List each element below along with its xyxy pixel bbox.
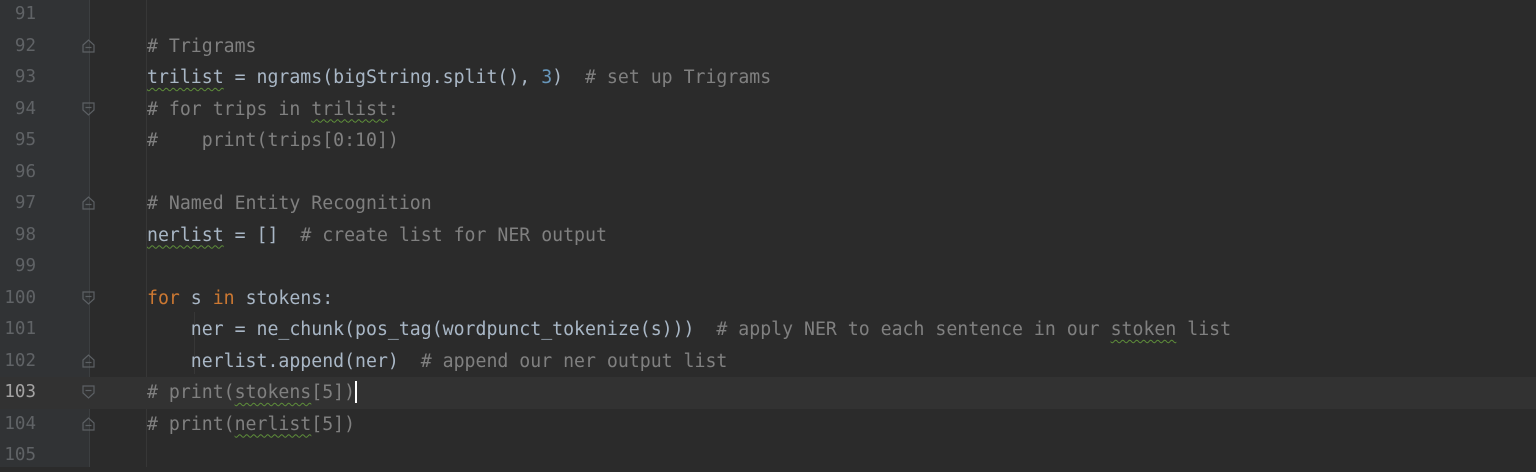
code-segment: nerlist.append(ner) (147, 350, 421, 372)
comment-text: # print( (147, 413, 235, 435)
code-line[interactable]: 92 # Trigrams (0, 31, 1536, 63)
code-line[interactable]: 96 (0, 157, 1536, 189)
comment-text: # set up Trigrams (585, 67, 772, 88)
code-line[interactable]: 102 nerlist.append(ner) # append our ner… (0, 346, 1536, 378)
code-text[interactable]: nerlist.append(ner) # append our ner out… (147, 346, 728, 378)
code-line[interactable]: 104 # print(nerlist[5]) (0, 409, 1536, 441)
line-number: 94 (14, 98, 36, 119)
code-text[interactable]: # Trigrams (147, 31, 257, 63)
comment-text: trilist (311, 98, 388, 120)
comment-text: # Trigrams (147, 35, 257, 57)
code-segment: stokens: (234, 287, 334, 309)
comment-text: stokens (234, 382, 312, 403)
comment-text: # apply NER to each sentence in our (716, 319, 1111, 340)
code-text[interactable]: ner = ne_chunk(pos_tag(wordpunct_tokeniz… (147, 314, 1231, 346)
keyword-in: in (212, 287, 235, 309)
line-number: 91 (14, 4, 36, 24)
number-literal: 3 (541, 67, 553, 88)
fold-start-icon[interactable] (82, 196, 95, 210)
comment-text: : (387, 98, 399, 120)
code-text[interactable]: # print(nerlist[5]) (147, 409, 355, 441)
comment-text: # print( (147, 382, 235, 403)
fold-start-icon[interactable] (82, 290, 95, 305)
code-text[interactable]: # for trips in trilist: (147, 94, 399, 126)
text-caret (355, 381, 358, 403)
fold-end-icon[interactable] (82, 416, 95, 431)
comment-text: stoken (1110, 319, 1177, 340)
comment-text: list (1176, 319, 1232, 340)
code-segment: = [] (223, 224, 301, 246)
code-line[interactable]: 93 trilist = ngrams(bigString.split(), 3… (0, 62, 1536, 94)
code-text[interactable]: # Named Entity Recognition (147, 188, 432, 220)
identifier-trilist: trilist (147, 67, 224, 88)
fold-start-icon[interactable] (82, 101, 95, 116)
fold-start-icon[interactable] (82, 385, 95, 399)
code-text[interactable]: nerlist = [] # create list for NER outpu… (147, 220, 607, 252)
fold-end-icon[interactable] (82, 353, 95, 368)
comment-text: nerlist (234, 413, 312, 435)
current-code-line[interactable]: 103 # print(stokens[5]) (0, 377, 1536, 409)
line-number: 101 (4, 319, 36, 339)
comment-text: [5]) (311, 413, 356, 435)
line-number: 92 (14, 35, 36, 56)
code-text[interactable]: for s in stokens: (147, 283, 333, 315)
identifier-nerlist: nerlist (147, 224, 224, 246)
line-number: 97 (14, 193, 36, 213)
line-number: 96 (14, 161, 36, 182)
code-line[interactable]: 97 # Named Entity Recognition (0, 188, 1536, 220)
code-editor[interactable]: 91 92 # Trigrams 93 trilist = ngrams(big… (0, 0, 1536, 467)
code-line[interactable]: 95 # print(trips[0:10]) (0, 125, 1536, 157)
code-text[interactable]: # print(stokens[5]) (147, 377, 358, 409)
code-line[interactable]: 98 nerlist = [] # create list for NER ou… (0, 220, 1536, 252)
code-line[interactable]: 99 (0, 251, 1536, 283)
line-number: 104 (4, 413, 36, 434)
comment-text: # append our ner output list (420, 350, 728, 372)
comment-text: # create list for NER output (300, 224, 607, 246)
line-number: 98 (14, 224, 36, 245)
code-segment: = ngrams(bigString.split(), (223, 67, 542, 88)
line-number: 103 (4, 382, 36, 402)
code-line[interactable]: 101 ner = ne_chunk(pos_tag(wordpunct_tok… (0, 314, 1536, 346)
code-segment: s (179, 287, 213, 309)
keyword-for: for (147, 287, 180, 309)
fold-start-icon[interactable] (82, 38, 95, 53)
code-segment: ner = ne_chunk(pos_tag(wordpunct_tokeniz… (147, 319, 717, 340)
line-number: 100 (4, 287, 36, 308)
code-text[interactable]: trilist = ngrams(bigString.split(), 3) #… (147, 62, 771, 94)
line-number: 99 (14, 256, 36, 276)
code-text[interactable]: # print(trips[0:10]) (147, 125, 399, 157)
code-segment: ) (552, 67, 586, 88)
comment-text: # print(trips[0:10]) (147, 130, 399, 151)
code-line[interactable]: 100 for s in stokens: (0, 283, 1536, 315)
code-line[interactable]: 94 # for trips in trilist: (0, 94, 1536, 126)
comment-text: [5]) (311, 382, 356, 403)
line-number: 93 (14, 67, 36, 87)
line-number: 95 (14, 130, 36, 150)
comment-text: # for trips in (147, 98, 312, 120)
code-line[interactable]: 91 (0, 0, 1536, 31)
line-number: 102 (4, 350, 36, 371)
comment-text: # Named Entity Recognition (147, 193, 432, 214)
